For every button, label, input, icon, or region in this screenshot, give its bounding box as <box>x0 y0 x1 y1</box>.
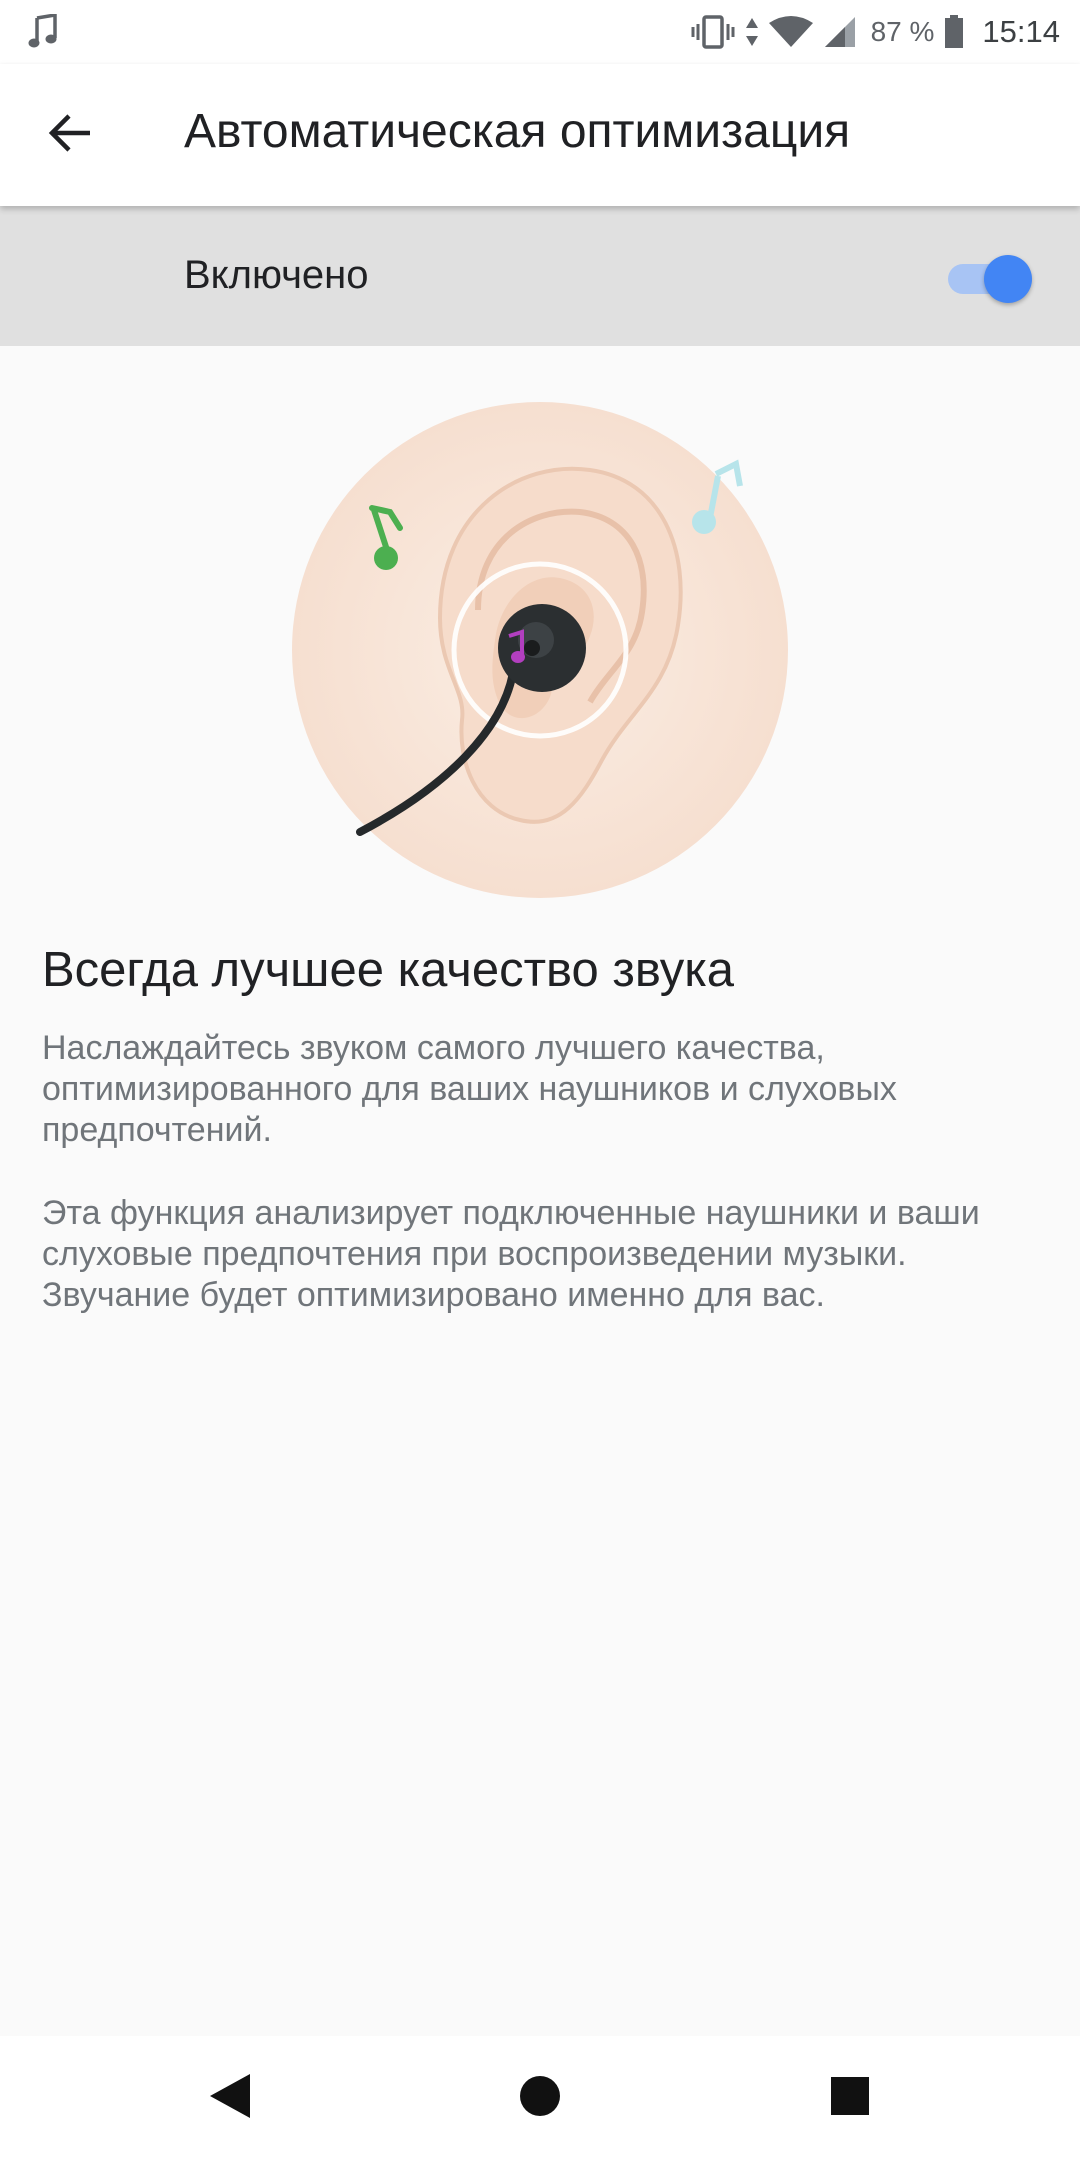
battery-percent: 87 % <box>870 16 935 47</box>
master-switch-row[interactable]: Включено <box>0 206 1080 346</box>
nav-recents-icon <box>830 2076 870 2121</box>
nav-back-button[interactable] <box>198 2066 262 2130</box>
signal-icon <box>823 16 857 48</box>
nav-home-button[interactable] <box>508 2066 572 2130</box>
toggle-thumb <box>984 255 1032 303</box>
ear-headphone-illustration <box>290 400 790 900</box>
wifi-icon <box>768 16 813 48</box>
arrow-back-icon <box>48 113 92 158</box>
app-bar: Автоматическая оптимизация <box>0 64 1080 206</box>
nav-back-icon <box>206 2070 254 2127</box>
description-paragraph-1: Наслаждайтесь звуком самого лучшего каче… <box>42 1029 897 1149</box>
vibrate-icon <box>691 15 735 49</box>
status-bar: 87 % 15:14 <box>0 0 1080 64</box>
system-nav-bar <box>0 2036 1080 2160</box>
nav-recents-button[interactable] <box>818 2066 882 2130</box>
data-arrows-icon <box>745 16 759 48</box>
battery-icon <box>944 15 964 49</box>
nav-home-icon <box>518 2074 562 2123</box>
page-title: Автоматическая оптимизация <box>184 105 851 158</box>
music-note-icon <box>28 12 60 55</box>
clock: 15:14 <box>982 14 1060 49</box>
section-heading: Всегда лучшее качество звука <box>42 943 735 997</box>
back-button[interactable] <box>34 99 106 171</box>
switch-label: Включено <box>184 253 369 297</box>
enable-toggle[interactable] <box>944 254 1036 304</box>
description-paragraph-2: Эта функция анализирует подключенные нау… <box>42 1194 980 1314</box>
